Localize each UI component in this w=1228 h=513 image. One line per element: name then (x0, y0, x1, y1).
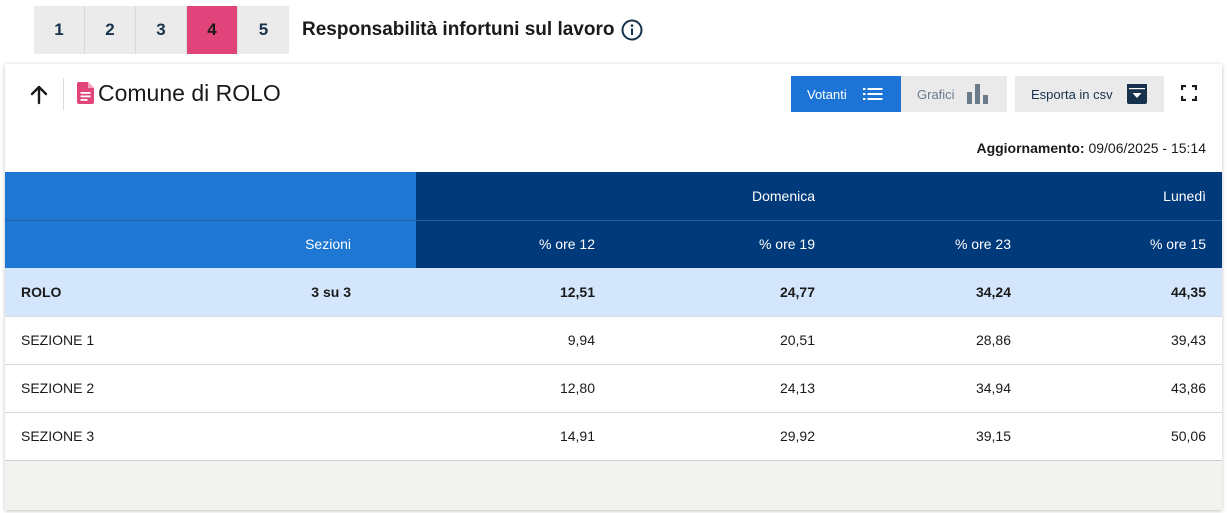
last-update-value: 09/06/2025 - 15:14 (1088, 140, 1206, 156)
last-update-label: Aggiornamento: (976, 140, 1085, 156)
row-value: 12,80 (416, 364, 611, 413)
row-value: 24,13 (611, 364, 831, 413)
row-value: 34,94 (831, 364, 1027, 413)
total-value: 24,77 (611, 268, 831, 317)
table-row[interactable]: SEZIONE 2 12,80 24,13 34,94 43,86 (5, 364, 1222, 413)
header-ore-19[interactable]: % ore 19 (611, 219, 831, 268)
table-header-columns: Sezioni % ore 12 % ore 19 % ore 23 % ore… (5, 219, 1222, 268)
fullscreen-icon[interactable] (1180, 84, 1198, 102)
last-update: Aggiornamento: 09/06/2025 - 15:14 (976, 140, 1206, 156)
row-value: 39,43 (1027, 316, 1222, 365)
export-csv-label: Esporta in csv (1031, 86, 1113, 102)
topic-title: Responsabilità infortuni sul lavoro (302, 19, 643, 41)
total-name: ROLO (21, 283, 62, 300)
total-name-cell: ROLO 3 su 3 (5, 268, 416, 317)
header-day-lunedi: Lunedì (831, 172, 1222, 220)
turnout-table: Domenica Lunedì Sezioni % ore 12 % ore 1… (5, 172, 1222, 461)
table-row[interactable]: SEZIONE 1 9,94 20,51 28,86 39,43 (5, 316, 1222, 365)
row-value: 50,06 (1027, 412, 1222, 461)
download-icon (1127, 84, 1147, 107)
quesito-steps: 1 2 3 4 5 (34, 6, 289, 54)
step-4[interactable]: 4 (187, 6, 238, 54)
step-3[interactable]: 3 (136, 6, 187, 54)
total-value: 12,51 (416, 268, 611, 317)
table-footer (5, 460, 1222, 510)
row-value: 20,51 (611, 316, 831, 365)
votanti-label: Votanti (807, 86, 847, 102)
results-card: Comune di ROLO Votanti Grafici Esporta i… (5, 64, 1222, 510)
row-name: SEZIONE 1 (5, 316, 416, 365)
step-5[interactable]: 5 (238, 6, 289, 54)
quesito-bar: 1 2 3 4 5 Responsabilità infortuni sul l… (34, 6, 643, 54)
row-name: SEZIONE 3 (5, 412, 416, 461)
row-value: 9,94 (416, 316, 611, 365)
arrow-up-icon[interactable] (27, 85, 51, 105)
document-icon (77, 82, 94, 104)
export-csv-button[interactable]: Esporta in csv (1015, 76, 1164, 112)
total-value: 44,35 (1027, 268, 1222, 317)
header-ore-12[interactable]: % ore 12 (416, 219, 611, 268)
header-ore-23[interactable]: % ore 23 (831, 219, 1027, 268)
total-sezioni: 3 su 3 (311, 283, 351, 300)
topic-label: Responsabilità infortuni sul lavoro (302, 19, 615, 40)
header-ore-15[interactable]: % ore 15 (1027, 219, 1222, 268)
info-icon[interactable] (621, 19, 643, 41)
header-sezioni[interactable]: Sezioni (5, 219, 416, 268)
table-row[interactable]: SEZIONE 3 14,91 29,92 39,15 50,06 (5, 412, 1222, 461)
bar-chart-icon (967, 84, 989, 107)
list-icon (863, 86, 883, 105)
row-value: 39,15 (831, 412, 1027, 461)
step-2[interactable]: 2 (85, 6, 136, 54)
row-value: 29,92 (611, 412, 831, 461)
row-value: 14,91 (416, 412, 611, 461)
row-name: SEZIONE 2 (5, 364, 416, 413)
total-row: ROLO 3 su 3 12,51 24,77 34,24 44,35 (5, 268, 1222, 317)
header-divider (63, 78, 64, 110)
card-header: Comune di ROLO Votanti Grafici Esporta i… (5, 64, 1222, 172)
grafici-label: Grafici (917, 86, 955, 102)
step-1[interactable]: 1 (34, 6, 85, 54)
card-title: Comune di ROLO (98, 80, 281, 106)
header-day-domenica: Domenica (416, 172, 831, 220)
grafici-button[interactable]: Grafici (901, 76, 1007, 112)
row-value: 43,86 (1027, 364, 1222, 413)
table-header-days: Domenica Lunedì (5, 172, 1222, 220)
header-empty (5, 172, 416, 220)
votanti-button[interactable]: Votanti (791, 76, 901, 112)
total-value: 34,24 (831, 268, 1027, 317)
row-value: 28,86 (831, 316, 1027, 365)
